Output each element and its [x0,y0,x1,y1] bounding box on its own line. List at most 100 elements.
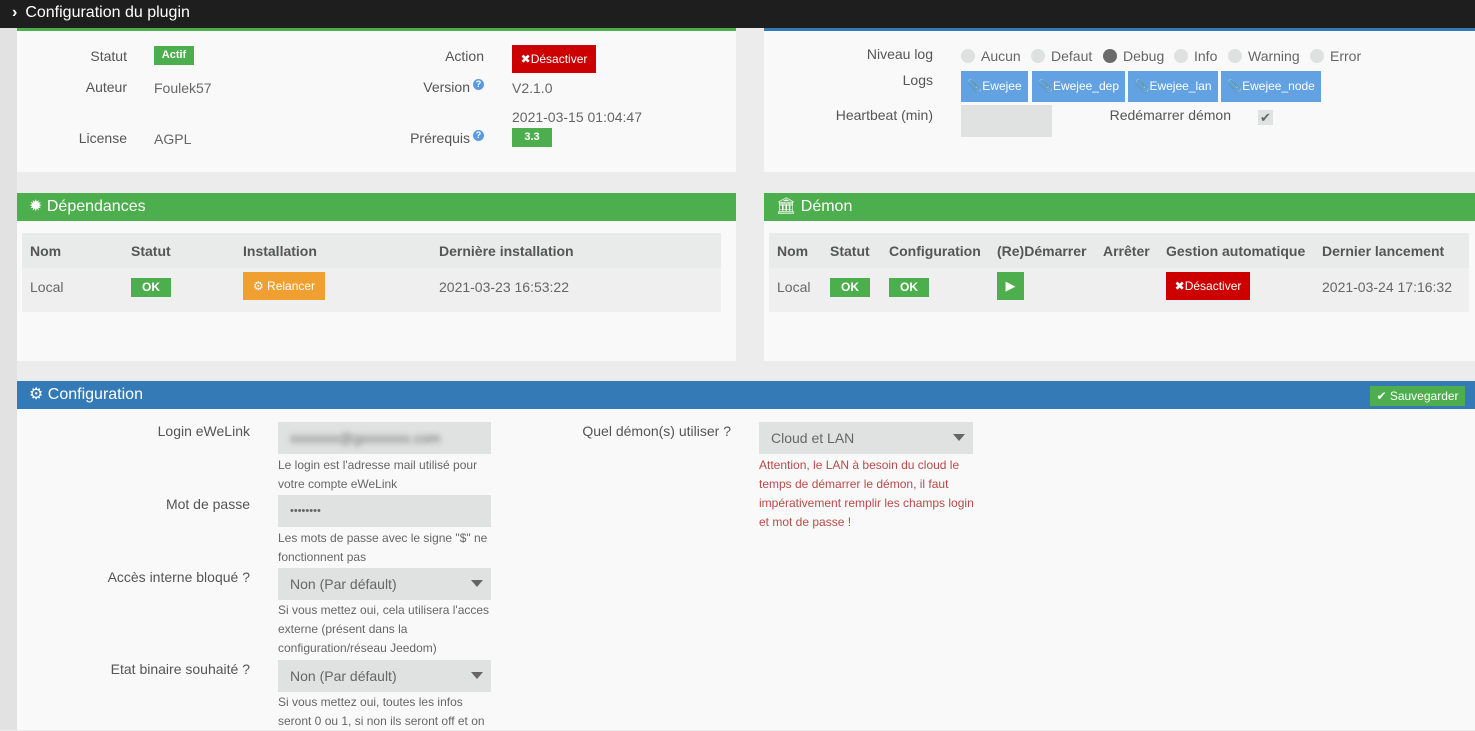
log-button-ewejee[interactable]: 📎Ewejee [961,71,1028,102]
paperclip-icon: 📎 [1134,79,1150,93]
radio-info[interactable]: Info [1174,48,1217,64]
button-label: Sauvegarder [1389,389,1459,403]
log-button-ewejee-lan[interactable]: 📎Ewejee_lan [1128,71,1218,102]
radio-icon [1103,49,1117,63]
dep-nom: Local [30,279,64,295]
radio-label: Aucun [981,48,1021,64]
prerequis-label: Prérequis [410,130,470,146]
niveau-log-label: Niveau log [866,46,933,62]
version-label: Version [423,79,470,95]
plugin-config-header[interactable]: › Configuration du plugin [0,0,1475,28]
redemarrer-demon-label: Redémarrer démon [1109,107,1231,123]
acces-interne-select[interactable]: Non (Par défault) [278,568,491,600]
plugin-info-panel: Statut Actif Auteur Foulek57 License AGP… [17,28,736,172]
table-row [22,268,721,312]
dependances-header: ✹ Dépendances [17,193,736,221]
statut-badge: Actif [154,46,194,65]
password-input[interactable]: •••••••• [278,495,491,527]
etat-binaire-hint: Si vous mettez oui, toutes les infos ser… [278,695,485,728]
action-label: Action [445,48,484,64]
column-header: Arrêter [1103,243,1150,259]
dependances-panel: ✹ Dépendances Nom Statut Installation De… [17,193,736,361]
login-input[interactable]: xxxxxxx@gxxxxxxx.com [278,422,491,454]
radio-aucun[interactable]: Aucun [961,48,1021,64]
radio-icon [1031,49,1045,63]
demon-statut-badge: OK [830,278,870,297]
version-date: 2021-03-15 01:04:47 [512,109,642,125]
dep-date: 2021-03-23 16:53:22 [439,279,569,295]
configuration-header: ⚙ Configuration [17,381,1475,409]
button-label: Désactiver [1184,279,1242,293]
radio-debug[interactable]: Debug [1103,48,1164,64]
acces-interne-hint: Si vous mettez oui, cela utilisera l'acc… [278,603,490,655]
heartbeat-input[interactable] [961,105,1052,137]
button-label: Désactiver [530,52,588,66]
page-title: Configuration du plugin [25,4,190,21]
logs-panel: Niveau log Aucun Defaut Debug Info Warni… [764,28,1475,172]
relancer-button[interactable]: ⚙ Relancer [243,272,325,300]
background-strip [0,28,17,730]
column-header: Nom [777,243,809,259]
etat-binaire-label: Etat binaire souhaité ? [110,661,250,677]
demon-config-badge: OK [889,278,929,297]
column-header: Dernier lancement [1322,243,1445,259]
acces-interne-label: Accès interne bloqué ? [107,569,250,585]
play-icon: ▶ [1005,278,1016,293]
password-hint: Les mots de passe avec le signe "$" ne f… [278,531,488,564]
desactiver-plugin-button[interactable]: ✖Désactiver [512,45,596,73]
radio-label: Info [1194,48,1218,64]
version-value: V2.1.0 [512,80,553,96]
radio-label: Debug [1123,48,1165,64]
paperclip-icon: 📎 [1227,79,1243,93]
column-header: Gestion automatique [1166,243,1306,259]
desactiver-gestion-button[interactable]: ✖Désactiver [1166,272,1250,300]
table-header-row [22,233,721,268]
start-demon-button[interactable]: ▶ [997,272,1024,300]
dependances-title: Dépendances [46,198,146,215]
help-icon[interactable]: ? [473,130,484,141]
gear-icon: ✹ [29,198,47,215]
log-button-ewejee-node[interactable]: 📎Ewejee_node [1221,71,1321,102]
statut-label: Statut [90,48,127,64]
demon-nom: Local [777,279,811,295]
login-hint: Le login est l'adresse mail utilisé pour… [278,458,478,491]
radio-icon [1310,49,1324,63]
redemarrer-demon-checkbox[interactable]: ✔ [1258,110,1273,125]
column-header: (Re)Démarrer [997,243,1087,259]
button-label: Relancer [267,279,316,293]
login-label: Login eWeLink [157,423,250,439]
login-value: xxxxxxx@gxxxxxxx.com [290,430,441,446]
radio-label: Warning [1248,48,1300,64]
help-icon[interactable]: ? [473,79,484,90]
chevron-right-icon: › [12,4,18,21]
demon-date: 2021-03-24 17:16:32 [1322,279,1452,295]
radio-warning[interactable]: Warning [1228,48,1300,64]
radio-defaut[interactable]: Defaut [1031,48,1092,64]
heartbeat-label: Heartbeat (min) [835,107,933,123]
bicycle-icon: ⚙ [252,279,268,293]
column-header: Installation [243,243,317,259]
etat-binaire-select[interactable]: Non (Par défault) [278,660,491,692]
column-header: Nom [30,243,62,259]
auteur-label: Auteur [85,79,127,95]
demon-warning: Attention, le LAN à besoin du cloud le t… [759,458,974,529]
column-header: Configuration [889,243,981,259]
bank-icon: 🏛 [776,198,801,215]
column-header: Statut [830,243,870,259]
dep-statut-badge: OK [131,278,171,297]
radio-label: Defaut [1051,48,1093,64]
sauvegarder-button[interactable]: ✔ Sauvegarder [1370,386,1465,406]
demon-header: 🏛 Démon [764,193,1475,221]
radio-icon [961,49,975,63]
demon-choice-label: Quel démon(s) utiliser ? [582,423,731,439]
paperclip-icon: 📎 [967,79,983,93]
demon-choice-select[interactable]: Cloud et LAN [759,422,973,454]
button-label: Ewejee_node [1242,79,1315,93]
log-button-ewejee-dep[interactable]: 📎Ewejee_dep [1032,71,1125,102]
license-value: AGPL [154,131,192,147]
radio-label: Error [1330,48,1362,64]
configuration-panel: ⚙ Configuration ✔ Sauvegarder Login eWeL… [17,381,1475,730]
column-header: Dernière installation [439,243,574,259]
radio-error[interactable]: Error [1310,48,1361,64]
configuration-title: Configuration [47,386,143,403]
